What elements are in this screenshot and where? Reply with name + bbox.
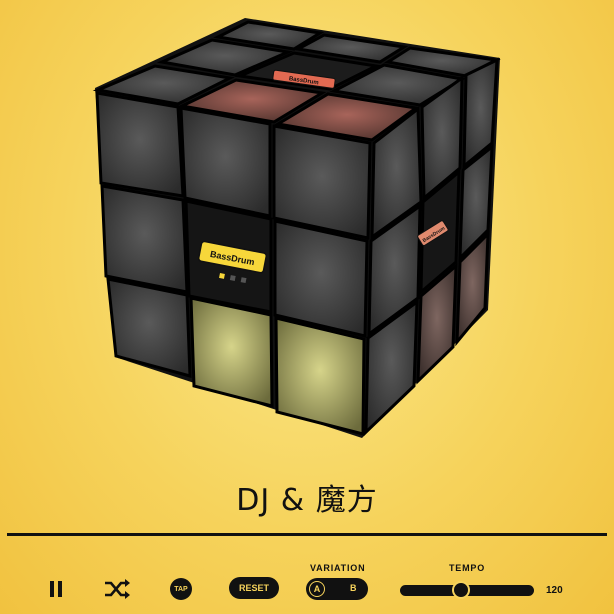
step-dot <box>240 277 247 284</box>
variation-b-option[interactable]: B <box>350 583 357 593</box>
pad[interactable] <box>189 296 274 408</box>
pad[interactable] <box>273 219 369 338</box>
variation-toggle[interactable]: A B <box>306 578 368 600</box>
step-dot <box>219 273 225 279</box>
tempo-label: TEMPO <box>449 563 486 573</box>
pad[interactable] <box>272 124 372 240</box>
app-title: DJ & 魔方 <box>236 483 378 518</box>
pad[interactable] <box>95 91 185 198</box>
pad[interactable] <box>274 316 366 436</box>
pause-icon <box>50 581 62 597</box>
pad[interactable] <box>179 106 272 218</box>
step-dot <box>229 275 236 281</box>
reset-button[interactable]: RESET <box>229 577 279 599</box>
pad[interactable] <box>100 184 189 294</box>
divider <box>7 533 607 536</box>
shuffle-icon <box>105 579 130 599</box>
cube-scene[interactable]: BassDrum BassDrum BassDrum <box>0 0 614 614</box>
variation-label: VARIATION <box>310 563 366 573</box>
tap-button[interactable]: TAP <box>170 578 192 600</box>
pause-button[interactable] <box>44 577 68 601</box>
shuffle-button[interactable] <box>102 576 132 602</box>
variation-a-option[interactable]: A <box>309 581 325 597</box>
tempo-slider[interactable] <box>400 581 534 599</box>
pad[interactable] <box>106 277 192 378</box>
tempo-value: 120 <box>546 585 563 596</box>
